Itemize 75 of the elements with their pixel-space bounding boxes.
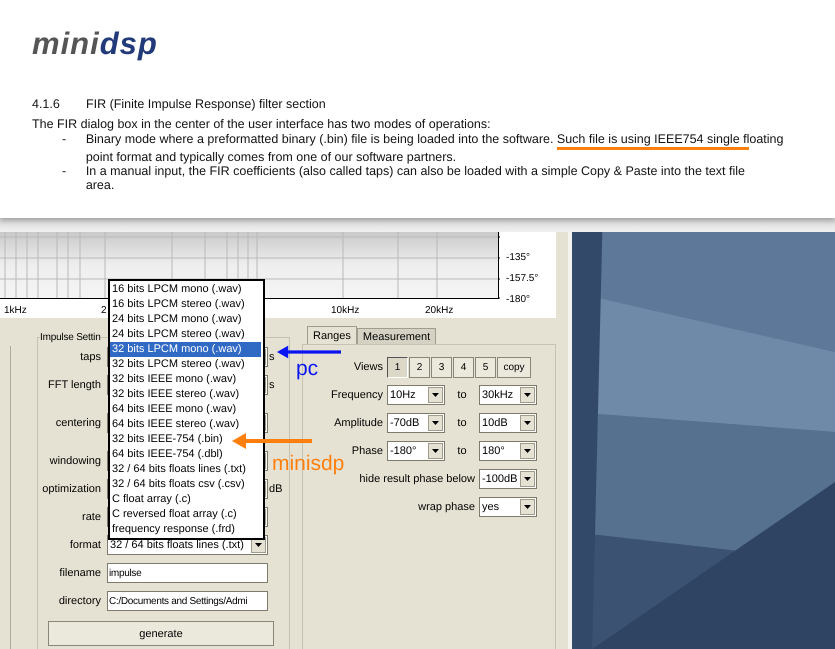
view-button[interactable]: 2 [409,356,430,378]
field-label: to [456,389,468,401]
view-button[interactable]: 1 [387,356,408,378]
dropdown-option[interactable]: 32 / 64 bits floats csv (.csv) [110,477,261,492]
field-label: windowing [48,455,101,467]
view-button[interactable]: 5 [475,356,496,378]
unit-label: dB [269,483,282,495]
view-button[interactable]: 4 [453,356,474,378]
field-label: taps [79,351,101,363]
unit-label: s [269,351,274,363]
dropdown-option[interactable]: 32 bits IEEE stereo (.wav) [110,387,261,402]
annotation-label: pc [296,358,318,380]
axis-label: 20kHz [425,305,454,317]
view-button[interactable]: 3 [431,356,452,378]
text-line: In a manual input, the FIR coefficients (also called taps) can also be loaded with a simple Copy & Paste into the text file [86,164,745,178]
field-label: wrap phase [417,501,475,513]
unit-label: s [269,379,274,391]
dropdown-option[interactable]: 32 bits IEEE mono (.wav) [110,372,261,387]
group-title: Impulse Settin [40,331,101,344]
input-field[interactable]: C:/Documents and Settings/Admi [107,591,268,611]
dropdown[interactable]: -70dB [387,413,445,433]
field-label: format [68,539,101,551]
axis-label: -157.5° [506,273,538,285]
axis-label: 1kHz [4,305,27,317]
field-label: to [456,417,468,429]
dropdown-option[interactable]: 64 bits IEEE-754 (.dbl) [110,447,261,462]
field-label: filename [58,567,101,579]
dropdown-option[interactable]: 32 bits LPCM stereo (.wav) [110,357,261,372]
paragraph: The FIR dialog box in the center of the user interface has two modes of operations: [32,116,491,132]
dropdown[interactable]: 30kHz [479,385,537,405]
axis-label: -135° [506,252,530,264]
view-button[interactable]: copy [497,356,531,378]
dropdown[interactable]: yes [479,497,537,517]
field-label: FFT length [47,379,101,391]
dropdown-option[interactable]: 64 bits IEEE mono (.wav) [110,402,261,417]
generate-button[interactable]: generate [48,621,274,646]
field-label: Phase [350,445,383,457]
section-number: 4.1.6 [32,96,61,112]
field-label: directory [58,595,101,607]
dropdown-option[interactable]: 64 bits IEEE stereo (.wav) [110,417,261,432]
field-label: rate [81,511,101,523]
tab[interactable]: Measurement [356,328,436,344]
dropdown-option[interactable]: 32 bits LPCM mono (.wav) [110,342,261,357]
axis-label: 2 [101,305,107,317]
field-label: centering [54,417,101,429]
dropdown-option[interactable]: 16 bits LPCM mono (.wav) [110,282,261,297]
bullet-marker: - [61,132,68,148]
dropdown[interactable]: 180° [479,441,537,461]
dropdown-option[interactable]: 16 bits LPCM stereo (.wav) [110,297,261,312]
bullet-marker: - [61,164,68,180]
text-line: point format and typically comes from one of our software partners. [86,150,456,164]
field-label: optimization [41,483,101,495]
dropdown[interactable]: -100dB [479,469,537,489]
field-label: Frequency [330,389,383,401]
arrow [277,344,341,360]
field-label: to [456,445,468,457]
section-title: FIR (Finite Impulse Response) filter section [86,96,326,112]
input-field[interactable]: impulse [107,563,268,583]
dropdown[interactable]: 10Hz [387,385,445,405]
tab[interactable]: Ranges [307,326,357,344]
axis-label: -180° [506,294,530,306]
dropdown-option[interactable]: 24 bits LPCM mono (.wav) [110,312,261,327]
logo: minidsp [32,28,158,60]
dropdown-option[interactable]: frequency response (.frd) [110,522,261,537]
dropdown-option[interactable]: 24 bits LPCM stereo (.wav) [110,327,261,342]
dropdown[interactable]: 10dB [479,413,537,433]
annotation-label: minisdp [272,453,344,475]
dropdown[interactable]: -180° [387,441,445,461]
field-label: hide result phase below [358,473,475,485]
dropdown-option[interactable]: C float array (.c) [110,492,261,507]
dropdown-option[interactable]: C reversed float array (.c) [110,507,261,522]
axis-label: 10kHz [331,305,360,317]
field-label: Amplitude [333,417,383,429]
text-line: area. [86,178,114,192]
dropdown-option[interactable]: 32 / 64 bits floats lines (.txt) [110,462,261,477]
